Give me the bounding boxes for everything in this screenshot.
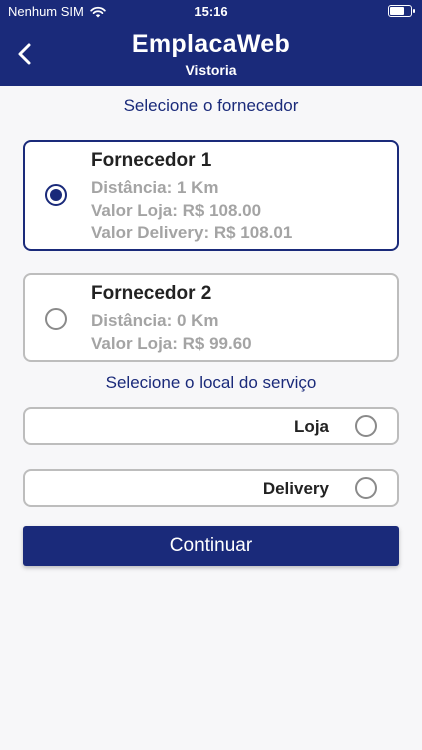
service-option-loja[interactable]: Loja	[23, 407, 399, 445]
supplier-2-store-price: Valor Loja: R$ 99.60	[91, 334, 252, 353]
supplier-1-delivery-price: Valor Delivery: R$ 108.01	[91, 223, 293, 242]
battery-fill	[390, 7, 405, 15]
supplier-1-name: Fornecedor 1	[91, 150, 212, 171]
supplier-card-2[interactable]: Fornecedor 2 Distância: 0 Km Valor Loja:…	[23, 273, 399, 362]
page-subtitle: Vistoria	[185, 62, 237, 78]
service-option-loja-radio[interactable]	[355, 415, 377, 437]
app-header: EmplacaWeb Vistoria	[0, 24, 422, 86]
supplier-2-name: Fornecedor 2	[91, 283, 212, 304]
service-option-delivery-radio[interactable]	[355, 477, 377, 499]
service-option-delivery-label: Delivery	[262, 479, 329, 498]
supplier-2-distance: Distância: 0 Km	[91, 311, 219, 330]
supplier-1-distance: Distância: 1 Km	[91, 178, 219, 197]
battery-icon	[388, 5, 415, 17]
service-option-delivery[interactable]: Delivery	[23, 469, 399, 507]
supplier-1-radio[interactable]	[45, 184, 67, 206]
supplier-card-1[interactable]: Fornecedor 1 Distância: 1 Km Valor Loja:…	[23, 140, 399, 251]
continue-button[interactable]: Continuar	[23, 526, 399, 566]
supplier-1-store-price: Valor Loja: R$ 108.00	[91, 201, 262, 220]
supplier-2-radio[interactable]	[45, 308, 67, 330]
app-title: EmplacaWeb	[131, 30, 291, 58]
clock: 15:16	[194, 4, 228, 19]
status-bar: Nenhum SIM 15:16	[0, 0, 422, 24]
service-section-label: Selecione o local do serviço	[105, 373, 317, 392]
supplier-section-label: Selecione o fornecedor	[123, 96, 299, 115]
service-option-loja-label: Loja	[294, 417, 329, 436]
